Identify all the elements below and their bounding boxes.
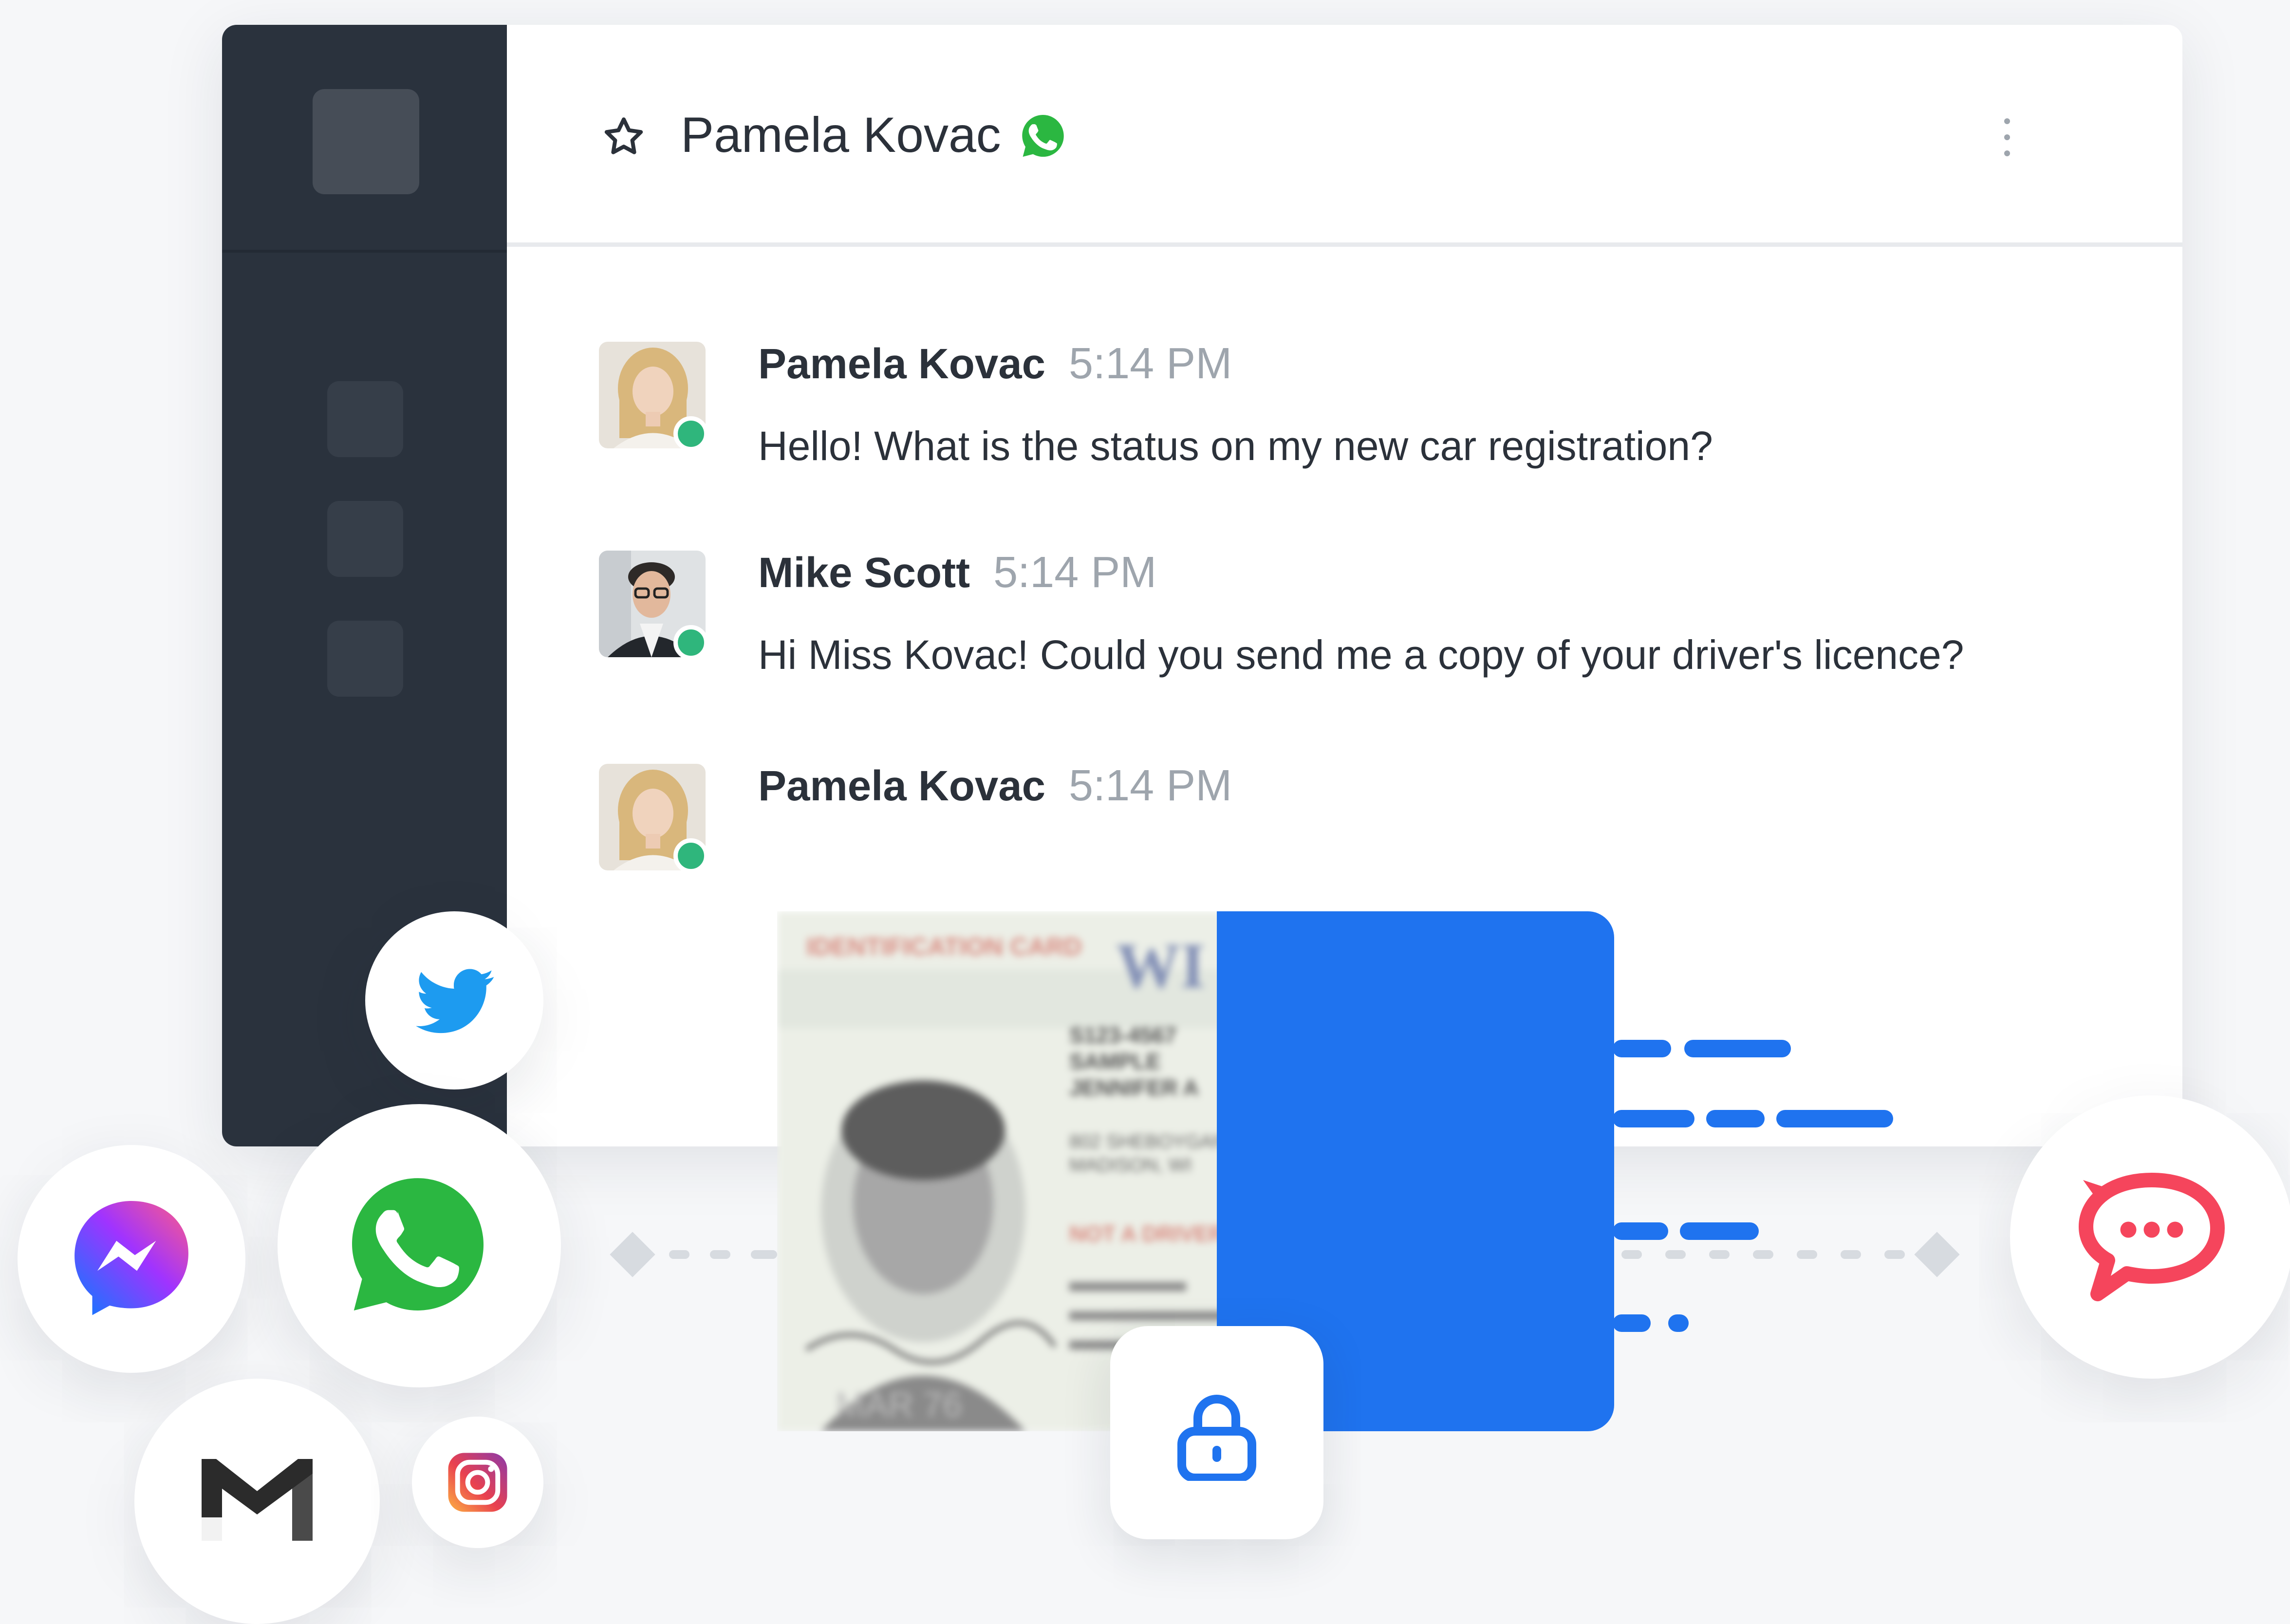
id-card-footer: MAR 76 <box>836 1385 962 1424</box>
whatsapp-channel[interactable] <box>278 1104 561 1387</box>
motion-line <box>1613 1222 1668 1240</box>
avatar-mike[interactable] <box>599 551 708 660</box>
motion-line <box>1684 1040 1791 1057</box>
twitter-icon <box>416 969 494 1033</box>
connector-dash <box>1884 1250 1905 1259</box>
sidebar-divider <box>222 250 507 253</box>
instagram-icon <box>448 1453 507 1512</box>
connector-dash <box>1753 1250 1773 1259</box>
gmail-icon <box>202 1459 313 1541</box>
connector-node-right <box>1914 1232 1960 1277</box>
motion-line <box>1613 1314 1651 1332</box>
messenger-icon <box>74 1201 188 1315</box>
sidebar-item-1[interactable] <box>327 381 403 457</box>
id-card-notice: NOT A DRIVER <box>1069 1221 1225 1246</box>
id-card-state: WI <box>1116 930 1205 1001</box>
message-author: Mike Scott <box>758 551 970 597</box>
id-card-number: S123-4567 <box>1069 1023 1176 1048</box>
online-indicator <box>673 416 708 451</box>
encryption-badge <box>1110 1326 1323 1539</box>
message-time: 5:14 PM <box>1069 340 1232 388</box>
rocketchat-channel[interactable] <box>2010 1095 2290 1379</box>
message-author: Pamela Kovac <box>758 342 1046 388</box>
rocketchat-icon <box>2079 1173 2225 1301</box>
star-outline-icon[interactable] <box>600 114 647 161</box>
integration-illustration: Pamela Kovac Pamela Kovac 5:14 PM Hello!… <box>0 0 2290 1624</box>
sidebar-item-2[interactable] <box>327 501 403 577</box>
sidebar-item-3[interactable] <box>327 621 403 697</box>
whatsapp-badge-icon <box>1022 114 1064 157</box>
motion-line <box>1613 1040 1671 1057</box>
message-author: Pamela Kovac <box>758 764 1046 811</box>
id-card-address: 802 SHEBOYGAN <box>1069 1131 1227 1152</box>
message-text: Hi Miss Kovac! Could you send me a copy … <box>758 632 1964 678</box>
id-card-line: SAMPLE <box>1069 1049 1161 1074</box>
message-header: Mike Scott 5:14 PM <box>758 549 1157 598</box>
online-indicator <box>673 838 708 873</box>
messenger-channel[interactable] <box>18 1145 245 1373</box>
motion-line <box>1680 1222 1759 1240</box>
twitter-channel[interactable] <box>365 911 543 1089</box>
lock-icon <box>1177 1395 1256 1481</box>
connector-dash <box>1797 1250 1817 1259</box>
motion-line <box>1668 1314 1689 1332</box>
id-card-address: MADISON, WI <box>1069 1155 1192 1176</box>
kebab-menu-icon[interactable] <box>1990 115 2025 159</box>
connector-dash <box>1709 1250 1730 1259</box>
instagram-channel[interactable] <box>412 1417 543 1548</box>
avatar-pamela[interactable] <box>599 764 708 873</box>
id-card-heading: IDENTIFICATION CARD <box>806 933 1082 960</box>
motion-line <box>1613 1110 1694 1127</box>
message-time: 5:14 PM <box>993 549 1157 597</box>
connector-dash <box>1621 1250 1642 1259</box>
contact-name: Pamela Kovac <box>681 108 1001 164</box>
workspace-logo[interactable] <box>313 89 419 194</box>
connector-dash <box>1841 1250 1861 1259</box>
message-text: Hello! What is the status on my new car … <box>758 424 1713 469</box>
connector-dash <box>751 1250 777 1259</box>
avatar-pamela[interactable] <box>599 342 708 451</box>
online-indicator <box>673 625 708 660</box>
whatsapp-icon <box>352 1178 484 1310</box>
motion-line <box>1706 1110 1765 1127</box>
connector-dash <box>710 1250 730 1259</box>
connector-dash <box>669 1250 689 1259</box>
connector-node-left <box>610 1232 655 1277</box>
id-card-line: JENNIFER A <box>1069 1075 1199 1100</box>
conversation-header: Pamela Kovac <box>507 25 2182 247</box>
gmail-channel[interactable] <box>134 1379 380 1624</box>
message-header: Pamela Kovac 5:14 PM <box>758 340 1232 389</box>
message-time: 5:14 PM <box>1069 762 1232 811</box>
connector-dash <box>1665 1250 1686 1259</box>
motion-line <box>1776 1110 1893 1127</box>
message-header: Pamela Kovac 5:14 PM <box>758 762 1232 811</box>
